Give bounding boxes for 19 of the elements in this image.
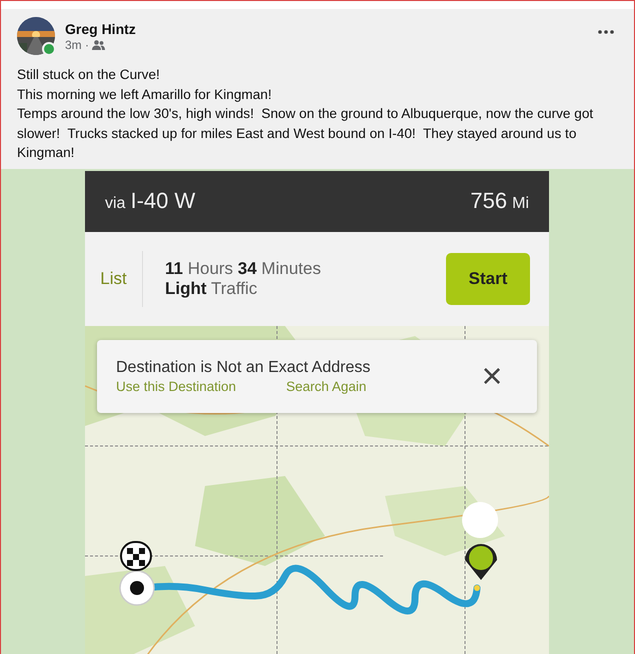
post-text: Still stuck on the Curve! <box>17 66 161 84</box>
post-time[interactable]: 3m · <box>65 38 89 52</box>
traffic-text: Light Traffic <box>165 278 258 298</box>
more-options-icon[interactable] <box>598 29 614 35</box>
route-name: I-40 W <box>130 188 196 214</box>
alert-action-link[interactable]: Use this Destination <box>116 378 236 394</box>
distance-value: 756 <box>470 188 508 214</box>
post-text: Temps around the low 30's, high winds! Snow on the ground to Albuquerque, now the curve got slower! Trucks stacked up for miles East and West bound on I-40! They stayed around us to Kingman! <box>17 105 594 162</box>
distance-unit: Mi <box>512 195 529 213</box>
author-name[interactable]: Greg Hintz <box>65 20 588 38</box>
friends-icon[interactable] <box>92 40 105 50</box>
post-text: This morning we left Amarillo for Kingman! <box>17 86 273 104</box>
route-prefix: via <box>105 195 126 213</box>
start-button[interactable]: Start <box>446 252 530 304</box>
list-button[interactable]: List <box>85 250 143 306</box>
close-button[interactable]: × <box>462 360 522 392</box>
duration-text: 11 Hours 34 Minutes <box>165 258 322 278</box>
alert-action-link[interactable]: Search Again <box>286 378 366 394</box>
alert-title: Destination is Not an Exact Address <box>116 358 372 376</box>
